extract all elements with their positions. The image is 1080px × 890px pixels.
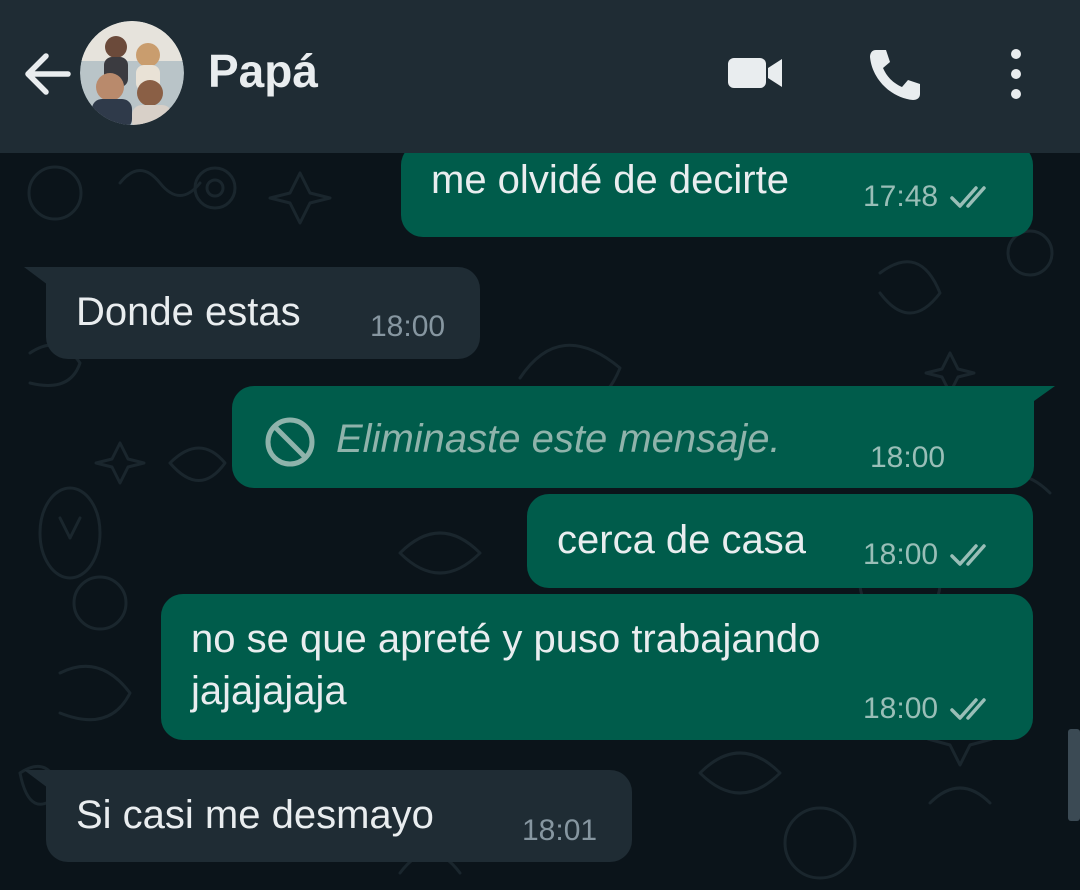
message-bubble-outgoing[interactable]: cerca de casa 18:00 <box>527 494 1033 588</box>
deleted-message-bubble[interactable]: Eliminaste este mensaje. 18:00 <box>232 386 1034 488</box>
message-meta: 18:00 <box>870 441 945 475</box>
message-list[interactable]: me olvidé de decirte 17:48 Donde estas 1… <box>0 153 1080 890</box>
message-bubble-incoming[interactable]: Si casi me desmayo 18:01 <box>46 770 632 862</box>
message-meta: 18:00 <box>863 692 996 726</box>
message-meta: 17:48 <box>863 180 996 214</box>
message-text: Si casi me desmayo <box>76 793 434 837</box>
message-text: Eliminaste este mensaje. <box>336 417 781 461</box>
contact-avatar[interactable] <box>80 21 184 125</box>
phone-icon[interactable] <box>862 44 926 104</box>
message-text: cerca de casa <box>557 518 807 562</box>
chat-header: Papá <box>0 0 1080 153</box>
message-bubble-incoming[interactable]: Donde estas 18:00 <box>46 267 480 359</box>
message-text: me olvidé de decirte <box>431 158 789 202</box>
message-meta: 18:01 <box>522 814 597 848</box>
message-bubble-outgoing[interactable]: no se que apreté y puso trabajando jajaj… <box>161 594 1033 740</box>
video-call-icon[interactable] <box>722 48 788 98</box>
double-check-icon <box>950 698 986 720</box>
message-time: 18:00 <box>863 538 939 571</box>
message-text-line-2: jajajajaja <box>191 669 347 713</box>
back-arrow-icon[interactable] <box>18 46 78 102</box>
scrollbar[interactable] <box>1068 729 1080 821</box>
blocked-icon <box>265 417 315 467</box>
contact-name[interactable]: Papá <box>208 44 318 98</box>
message-time: 18:00 <box>870 441 946 474</box>
message-text: Donde estas <box>76 290 301 334</box>
more-options-icon[interactable] <box>996 44 1036 104</box>
message-time: 18:00 <box>370 310 446 343</box>
message-meta: 18:00 <box>370 310 445 344</box>
message-bubble-outgoing[interactable]: me olvidé de decirte 17:48 <box>401 153 1033 237</box>
message-time: 18:00 <box>863 692 939 725</box>
message-meta: 18:00 <box>863 538 996 572</box>
message-time: 17:48 <box>863 180 939 213</box>
double-check-icon <box>950 186 986 208</box>
message-time: 18:01 <box>522 814 598 847</box>
double-check-icon <box>950 544 986 566</box>
message-text-line-1: no se que apreté y puso trabajando <box>191 617 821 661</box>
